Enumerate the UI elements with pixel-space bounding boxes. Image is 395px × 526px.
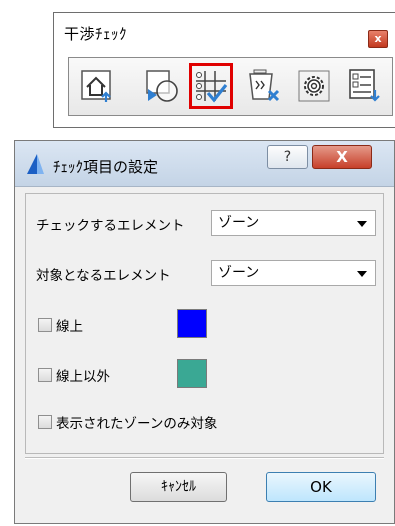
check-settings-button[interactable]: [189, 63, 233, 109]
off-line-label: 線上以外: [56, 369, 110, 385]
check-element-label: チェックするエレメント: [36, 218, 185, 234]
chevron-down-icon: [357, 221, 367, 227]
home-icon: [81, 70, 111, 102]
target-element-select[interactable]: ゾーン: [211, 260, 376, 286]
toolbar-title: 干渉ﾁｪｯｸ: [64, 25, 128, 43]
check-element-select[interactable]: ゾーン: [211, 210, 376, 236]
clash-check-toolbar-window: 干渉ﾁｪｯｸ x: [53, 12, 395, 128]
ok-button[interactable]: OK: [266, 472, 376, 502]
target-element-label: 対象となるエレメント: [36, 268, 171, 284]
chevron-down-icon: [357, 271, 367, 277]
dialog-close-button[interactable]: X: [312, 145, 372, 169]
home-button[interactable]: [75, 63, 119, 109]
dialog-titlebar[interactable]: ﾁｪｯｸ項目の設定 ? X: [15, 141, 394, 187]
clash-check-icon: [146, 70, 178, 102]
clash-check-button[interactable]: [140, 63, 184, 109]
on-line-label: 線上: [56, 319, 83, 335]
toolbar-titlebar[interactable]: 干渉ﾁｪｯｸ x: [54, 13, 395, 53]
on-line-color-swatch[interactable]: [177, 309, 207, 338]
settings-group: チェックするエレメント ゾーン 対象となるエレメント ゾーン 線上 線上以外 表…: [25, 193, 384, 454]
clear-results-icon: [249, 69, 280, 102]
check-settings-dialog: ﾁｪｯｸ項目の設定 ? X チェックするエレメント ゾーン 対象となるエレメント…: [14, 140, 395, 524]
off-line-checkbox[interactable]: [38, 368, 52, 382]
target-element-value: ゾーン: [218, 265, 260, 281]
displayed-only-label: 表示されたゾーンのみ対象: [56, 416, 218, 432]
result-list-icon: [349, 69, 380, 102]
help-button[interactable]: ?: [267, 145, 308, 169]
on-line-checkbox[interactable]: [38, 318, 52, 332]
clear-results-button[interactable]: [241, 63, 285, 109]
settings-button[interactable]: [292, 63, 336, 109]
divider: [25, 457, 384, 459]
dialog-title: ﾁｪｯｸ項目の設定: [53, 158, 159, 176]
check-element-value: ゾーン: [218, 215, 260, 231]
result-list-button[interactable]: [342, 63, 386, 109]
gear-icon: [298, 70, 330, 102]
app-logo-icon: [27, 154, 44, 174]
off-line-color-swatch[interactable]: [177, 359, 207, 388]
displayed-only-checkbox[interactable]: [38, 415, 52, 429]
toolbar-close-button[interactable]: x: [368, 30, 388, 48]
toolbar-button-bar: [68, 57, 393, 116]
cancel-button[interactable]: ｷｬﾝｾﾙ: [130, 472, 227, 502]
check-settings-icon: [196, 71, 228, 103]
